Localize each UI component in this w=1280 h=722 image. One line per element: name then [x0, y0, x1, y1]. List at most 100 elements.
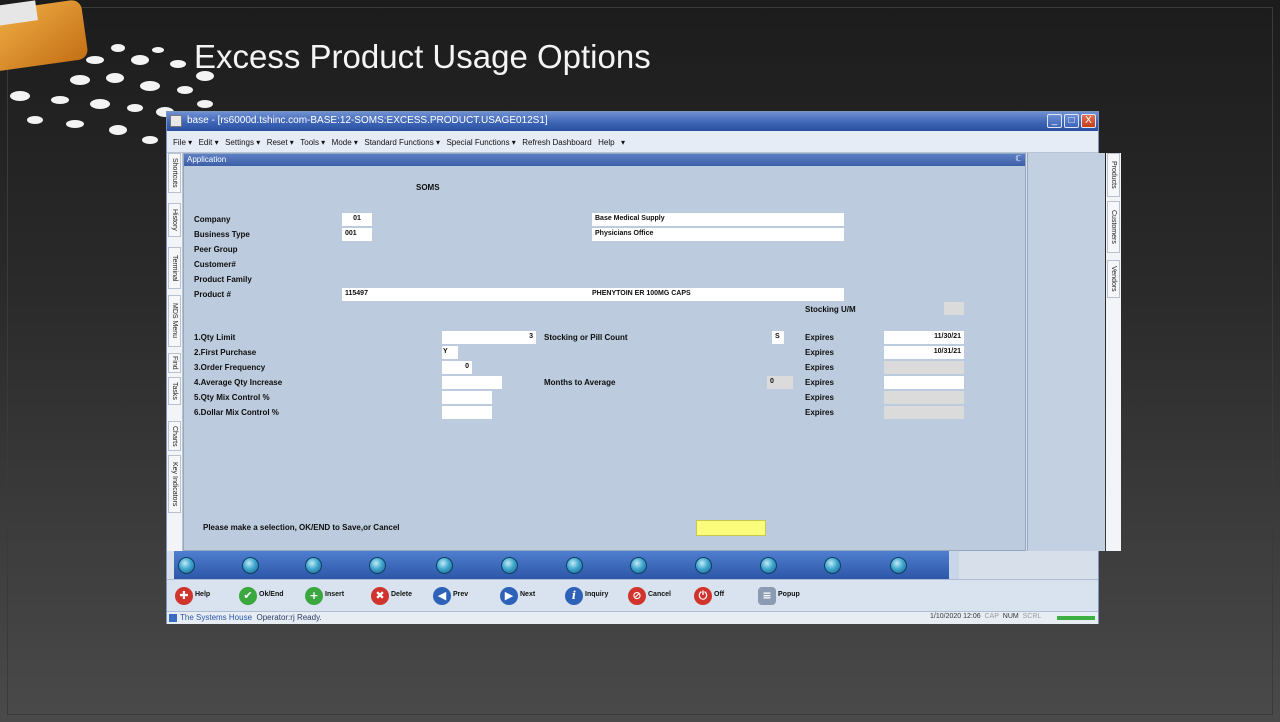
- company-name-field: Base Medical Supply: [592, 213, 844, 226]
- months-average-field[interactable]: 0: [767, 376, 793, 389]
- tab-vendors[interactable]: Vendors: [1107, 260, 1120, 298]
- quick-button-4[interactable]: [369, 557, 386, 574]
- order-frequency-field[interactable]: 0: [442, 361, 472, 374]
- business-type-code-field[interactable]: 001: [342, 228, 372, 241]
- tab-key-indicators[interactable]: Key Indicators: [168, 455, 181, 513]
- quick-button-8[interactable]: [630, 557, 647, 574]
- tab-label: MDS Menu: [171, 303, 178, 339]
- tab-label: Customers: [1110, 210, 1117, 244]
- quick-button-10[interactable]: [760, 557, 777, 574]
- product-name: PHENYTOIN ER 100MG CAPS: [592, 290, 691, 297]
- help-icon: ✚: [175, 587, 193, 605]
- help-button[interactable]: ✚ Help: [175, 587, 235, 605]
- ok-end-label: Ok/End: [259, 591, 284, 598]
- slide-title: Excess Product Usage Options: [194, 38, 651, 75]
- menu-tools[interactable]: Tools ▾: [299, 133, 326, 153]
- delete-label: Delete: [391, 591, 413, 598]
- insert-label: Insert: [325, 591, 345, 598]
- expires-label-1: Expires: [805, 333, 834, 342]
- tab-label: Tasks: [171, 382, 178, 400]
- cancel-button[interactable]: ⊘ Cancel: [628, 587, 688, 605]
- stocking-um-field[interactable]: [944, 302, 964, 315]
- quick-button-5[interactable]: [436, 557, 453, 574]
- ok-end-button[interactable]: ✔ Ok/End: [239, 587, 299, 605]
- qty-mix-field[interactable]: [442, 391, 492, 404]
- expires-field-3[interactable]: [884, 361, 964, 374]
- menu-refresh-dashboard[interactable]: Refresh Dashboard: [521, 133, 592, 153]
- expires-field-6[interactable]: [884, 406, 964, 419]
- module-title: SOMS: [416, 183, 440, 192]
- quick-button-11[interactable]: [824, 557, 841, 574]
- status-scrl: SCRL: [1022, 613, 1042, 620]
- product-field[interactable]: 115497 PHENYTOIN ER 100MG CAPS: [342, 288, 844, 301]
- tab-label: Key Indicators: [171, 461, 178, 507]
- inquiry-button[interactable]: i Inquiry: [565, 587, 625, 605]
- prompt-text: Please make a selection, OK/END to Save,…: [203, 523, 400, 532]
- qty-limit-field[interactable]: 3: [442, 331, 536, 344]
- off-button[interactable]: ⏻ Off: [694, 587, 744, 605]
- product-family-label: Product Family: [194, 275, 252, 284]
- average-qty-field[interactable]: [442, 376, 502, 389]
- tab-charts[interactable]: Charts: [168, 421, 181, 451]
- quick-button-1[interactable]: [178, 557, 195, 574]
- close-button[interactable]: X: [1081, 114, 1096, 128]
- expires-label-4: Expires: [805, 378, 834, 387]
- tab-label: Vendors: [1110, 266, 1117, 292]
- quick-button-9[interactable]: [695, 557, 712, 574]
- quick-button-12[interactable]: [890, 557, 907, 574]
- menu-special-functions[interactable]: Special Functions ▾: [445, 133, 516, 153]
- quick-button-2[interactable]: [242, 557, 259, 574]
- expires-label-2: Expires: [805, 348, 834, 357]
- business-type-label: Business Type: [194, 230, 250, 239]
- pin-icon[interactable]: ℂ: [1015, 154, 1021, 163]
- next-button[interactable]: ▶ Next: [500, 587, 560, 605]
- menu-standard-functions[interactable]: Standard Functions ▾: [363, 133, 441, 153]
- expires-field-5[interactable]: [884, 391, 964, 404]
- quick-button-7[interactable]: [566, 557, 583, 574]
- cancel-icon: ⊘: [628, 587, 646, 605]
- x-icon: ✖: [371, 587, 389, 605]
- menu-edit[interactable]: Edit ▾: [198, 133, 220, 153]
- first-purchase-field[interactable]: Y: [442, 346, 458, 359]
- menu-mode[interactable]: Mode ▾: [331, 133, 359, 153]
- quick-button-6[interactable]: [501, 557, 518, 574]
- expires-field-1[interactable]: 11/30/21: [884, 331, 964, 344]
- option-label-dollar-mix: 6.Dollar Mix Control %: [194, 408, 279, 417]
- menu-settings[interactable]: Settings ▾: [224, 133, 261, 153]
- menu-file[interactable]: File ▾: [172, 133, 193, 153]
- stocking-pill-field[interactable]: S: [772, 331, 784, 344]
- expires-field-4[interactable]: [884, 376, 964, 389]
- quick-button-3[interactable]: [305, 557, 322, 574]
- tab-find[interactable]: Find: [168, 353, 181, 373]
- minimize-button[interactable]: _: [1047, 114, 1062, 128]
- tab-history[interactable]: History: [168, 203, 181, 237]
- selection-input[interactable]: [696, 520, 766, 536]
- menu-reset[interactable]: Reset ▾: [266, 133, 295, 153]
- tab-terminal[interactable]: Terminal: [168, 247, 181, 289]
- status-datetime: 1/10/2020 12:06: [930, 613, 981, 620]
- tab-mds-menu[interactable]: MDS Menu: [168, 295, 181, 347]
- menu-overflow[interactable]: ▾: [620, 133, 626, 153]
- help-label: Help: [195, 591, 211, 598]
- menu-help[interactable]: Help: [597, 133, 615, 153]
- prev-button[interactable]: ◀ Prev: [433, 587, 493, 605]
- tab-tasks[interactable]: Tasks: [168, 377, 181, 405]
- next-label: Next: [520, 591, 536, 598]
- company-code-field[interactable]: 01: [342, 213, 372, 226]
- inquiry-label: Inquiry: [585, 591, 609, 598]
- window-titlebar[interactable]: base - [rs6000d.tshinc.com-BASE:12-SOMS:…: [167, 112, 1098, 131]
- maximize-button[interactable]: □: [1064, 114, 1079, 128]
- popup-button[interactable]: ≡ Popup: [758, 587, 818, 605]
- delete-button[interactable]: ✖ Delete: [371, 587, 431, 605]
- cancel-label: Cancel: [648, 591, 671, 598]
- check-icon: ✔: [239, 587, 257, 605]
- dollar-mix-field[interactable]: [442, 406, 492, 419]
- months-average-label: Months to Average: [544, 378, 616, 387]
- tab-products[interactable]: Products: [1107, 153, 1120, 197]
- tab-customers[interactable]: Customers: [1107, 201, 1120, 253]
- insert-button[interactable]: + Insert: [305, 587, 365, 605]
- status-message: Operator:rj Ready.: [256, 613, 322, 622]
- tab-shortcuts[interactable]: Shortcuts: [168, 153, 181, 193]
- expires-field-2[interactable]: 10/31/21: [884, 346, 964, 359]
- status-indicators: 1/10/2020 12:06 CAP NUM SCRL: [930, 613, 1041, 620]
